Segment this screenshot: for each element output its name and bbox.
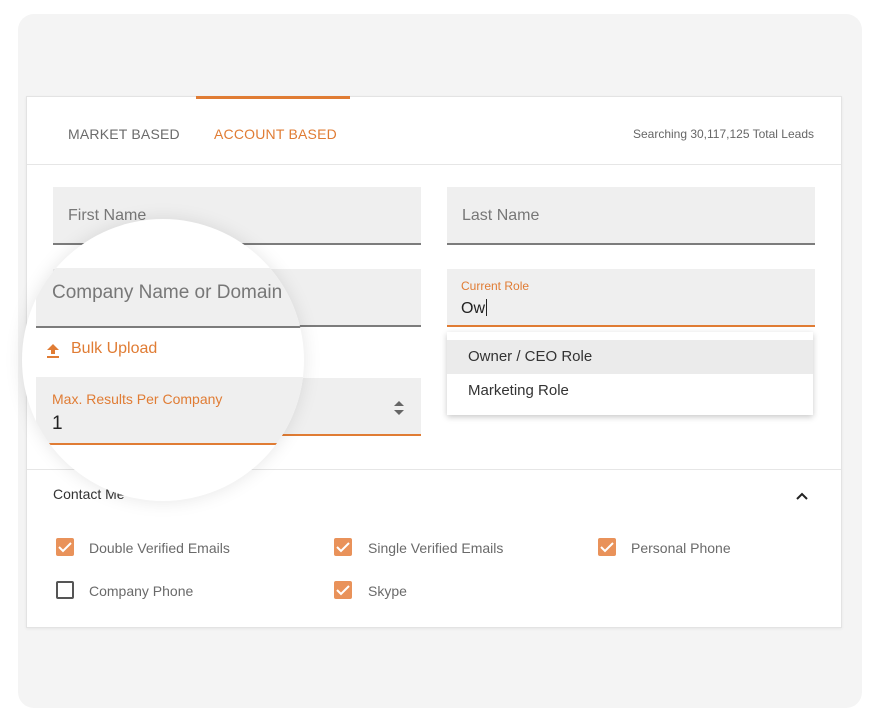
- label-skype: Skype: [368, 583, 407, 599]
- role-option-owner[interactable]: Owner / CEO Role: [447, 340, 813, 374]
- role-dropdown: Owner / CEO Role Marketing Role: [447, 332, 813, 415]
- check-icon: [336, 585, 350, 596]
- last-name-field[interactable]: Last Name: [447, 187, 815, 245]
- check-icon: [58, 542, 72, 553]
- tabs-row: MARKET BASED ACCOUNT BASED Searching 30,…: [27, 96, 841, 165]
- tab-market-based[interactable]: MARKET BASED: [68, 126, 180, 142]
- current-role-field[interactable]: Current Role Ow: [447, 269, 815, 327]
- max-results-field-zoomed[interactable]: Max. Results Per Company 1: [36, 377, 304, 445]
- role-option-marketing[interactable]: Marketing Role: [447, 374, 813, 408]
- check-icon: [600, 542, 614, 553]
- stepper-icon[interactable]: [393, 398, 405, 418]
- label-company-phone: Company Phone: [89, 583, 194, 599]
- company-placeholder: Company Name or Domain: [52, 282, 283, 303]
- tab-account-based[interactable]: ACCOUNT BASED: [214, 126, 337, 142]
- max-results-label: Max. Results Per Company: [52, 391, 223, 407]
- company-field-zoomed[interactable]: Company Name or Domain: [36, 268, 304, 328]
- current-role-value: Ow: [461, 300, 485, 317]
- checkbox-single-verified[interactable]: [334, 538, 352, 556]
- chevron-up-icon[interactable]: [794, 488, 810, 504]
- total-leads-text: Searching 30,117,125 Total Leads: [632, 127, 814, 141]
- magnifier-callout: Company Name or Domain Bulk Upload Max. …: [22, 219, 304, 501]
- checkbox-personal-phone[interactable]: [598, 538, 616, 556]
- text-caret: [486, 299, 487, 316]
- checkbox-skype[interactable]: [334, 581, 352, 599]
- check-icon: [336, 542, 350, 553]
- label-personal-phone: Personal Phone: [631, 540, 731, 556]
- active-tab-indicator: [196, 96, 350, 99]
- label-double-verified: Double Verified Emails: [89, 540, 230, 556]
- upload-icon[interactable]: [46, 343, 60, 359]
- label-single-verified: Single Verified Emails: [368, 540, 504, 556]
- max-results-value: 1: [52, 413, 63, 434]
- bulk-upload-button[interactable]: Bulk Upload: [71, 340, 157, 358]
- last-name-placeholder: Last Name: [462, 207, 540, 224]
- current-role-label: Current Role: [461, 279, 530, 293]
- checkbox-double-verified[interactable]: [56, 538, 74, 556]
- current-role-value-wrap: Ow: [461, 299, 487, 318]
- checkbox-company-phone[interactable]: [56, 581, 74, 599]
